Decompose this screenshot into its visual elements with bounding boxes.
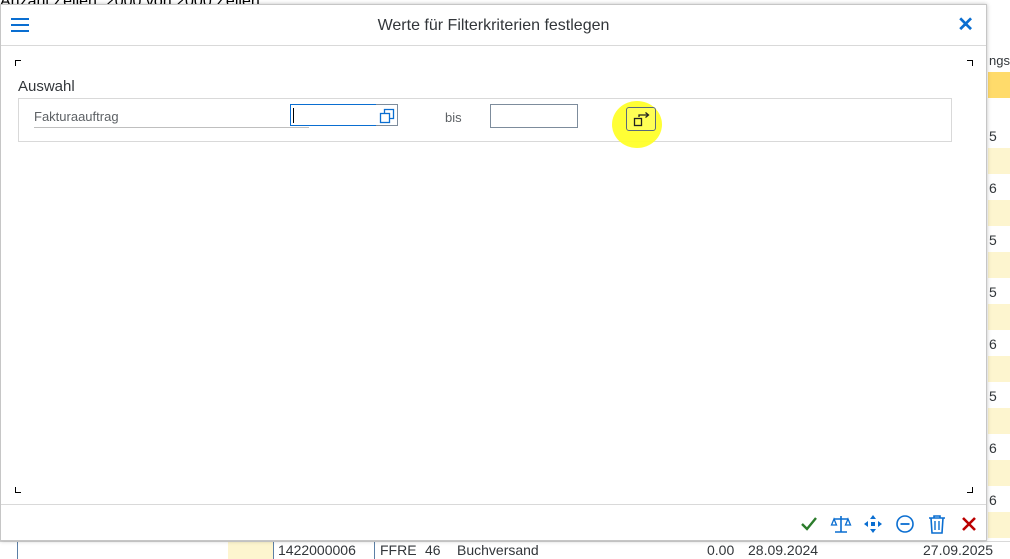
- background-cell: [988, 512, 1010, 538]
- background-cell-date: 28.09.2024: [748, 542, 819, 558]
- background-cell-desc: Buchversand: [457, 542, 539, 558]
- check-icon[interactable]: [798, 513, 820, 535]
- move-icon[interactable]: [862, 513, 884, 535]
- background-divider: [273, 542, 274, 559]
- minus-circle-icon[interactable]: [894, 513, 916, 535]
- field-label: Fakturaauftrag: [34, 109, 309, 128]
- frame-corner: [967, 487, 973, 493]
- background-cell: [988, 252, 1010, 278]
- background-column-header: ngsd: [989, 53, 1010, 68]
- background-cell-number: 1422000006: [278, 542, 356, 558]
- trash-icon[interactable]: [926, 513, 948, 535]
- background-table-row: 1422000006 FFRE 46 Buchversand 0.00 28.0…: [0, 541, 1010, 559]
- frame-corner: [15, 60, 21, 66]
- dialog-title: Werte für Filterkriterien festlegen: [377, 17, 610, 34]
- background-cell: [988, 200, 1010, 226]
- value-help-icon[interactable]: [376, 104, 398, 126]
- background-cell: 5: [989, 284, 997, 300]
- dialog-titlebar: Werte für Filterkriterien festlegen ✕: [1, 5, 986, 46]
- balance-icon[interactable]: [830, 513, 852, 535]
- to-input[interactable]: [490, 104, 578, 128]
- dialog-footer: [1, 504, 986, 540]
- text-cursor: [293, 108, 294, 123]
- frame-corner: [967, 60, 973, 66]
- background-cell: [988, 460, 1010, 486]
- background-cell: [988, 148, 1010, 174]
- frame-corner: [15, 487, 21, 493]
- close-icon[interactable]: ✕: [957, 14, 974, 36]
- background-cell: 5: [989, 128, 997, 144]
- background-cell-type: FFRE: [380, 542, 417, 558]
- background-cell: 6: [989, 492, 997, 508]
- background-cell-date: 27.09.2025: [923, 542, 994, 558]
- background-cell: 6: [989, 180, 997, 196]
- selection-group: Fakturaauftrag bis: [18, 98, 952, 148]
- background-cell: 6: [989, 440, 997, 456]
- background-cell: [988, 72, 1010, 98]
- background-cell: 5: [989, 388, 997, 404]
- background-cell-amount: 0.00: [707, 542, 735, 558]
- multiple-selection-icon[interactable]: [626, 107, 656, 131]
- background-cell-qty: 46: [425, 542, 441, 558]
- background-divider: [374, 542, 375, 559]
- background-divider: [17, 542, 18, 559]
- background-table-column: ngsd 5 6 5 5 6 5 6 6: [988, 44, 1010, 558]
- background-cell: [228, 542, 274, 559]
- background-cell: 6: [989, 336, 997, 352]
- background-cell: [988, 408, 1010, 434]
- background-cell: [988, 304, 1010, 330]
- filter-values-dialog: Werte für Filterkriterien festlegen ✕ Au…: [0, 4, 987, 541]
- background-cell: 5: [989, 232, 997, 248]
- cancel-icon[interactable]: [958, 513, 980, 535]
- section-title: Auswahl: [18, 78, 75, 95]
- background-cell: [988, 356, 1010, 382]
- to-label: bis: [445, 110, 462, 125]
